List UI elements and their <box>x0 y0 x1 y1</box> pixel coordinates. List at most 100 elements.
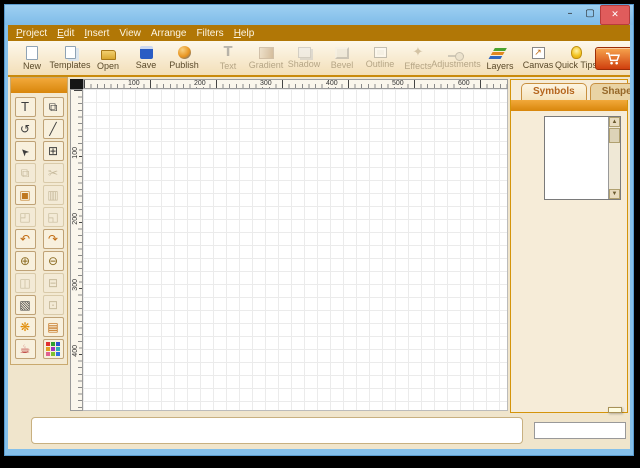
color-bowl-tool[interactable]: ☕ <box>15 339 36 359</box>
ruler-unit-label <box>70 79 83 89</box>
minimize-button[interactable]: – <box>560 5 580 21</box>
toolbar-label: Effects <box>404 61 431 71</box>
quick-tips-button[interactable]: Quick Tips <box>557 45 595 71</box>
toolbox-tools: T ⧉ ↺ ╱ ➤ ⊞ ⧉ ✂ ▣ ▥ ◰ ◱ ↶ ↷ ⊕ ⊖ ◫ ⊟ ▧ ⊡ ❋ ▤ ☕ <box>11 93 67 364</box>
copy-tool[interactable]: ⧉ <box>15 163 36 183</box>
scroll-up-icon[interactable]: ▲ <box>609 117 620 127</box>
logo-text-input[interactable] <box>534 422 626 439</box>
select-tool[interactable]: ➤ <box>15 141 36 161</box>
tab-shapes[interactable]: Shapes <box>590 83 630 100</box>
symbols-panel: SymbolsShapes ▲ ▼ <box>510 79 628 413</box>
rotate-tool-icon: ↺ <box>20 122 30 136</box>
save-icon <box>140 46 153 59</box>
bevel-button[interactable]: Bevel <box>323 46 361 71</box>
bevel-icon <box>335 47 349 59</box>
menu-item-edit[interactable]: Edit <box>57 28 74 39</box>
palette-strip <box>31 417 523 444</box>
desktop-background: { "window": { "title": "Quick Logo Desig… <box>0 0 640 468</box>
buy-now-button[interactable] <box>595 47 630 70</box>
menu-item-arrange[interactable]: Arrange <box>151 28 187 39</box>
menu-item-view[interactable]: View <box>119 28 141 39</box>
text-tool[interactable]: T <box>15 97 36 117</box>
panel-accent-band <box>511 100 627 111</box>
redo-tool-icon: ↷ <box>48 232 58 246</box>
canvas-icon <box>532 47 545 59</box>
publish-button[interactable]: Publish <box>165 45 203 71</box>
toolbar-label: Gradient <box>249 60 284 70</box>
h-ruler-label: 600 <box>457 80 471 87</box>
toolbar-label: Text <box>220 61 237 71</box>
open-button[interactable]: Open <box>89 45 127 72</box>
distribute-tool[interactable]: ⊟ <box>43 273 64 293</box>
scrollbar-thumb[interactable] <box>609 128 620 143</box>
new-button[interactable]: New <box>13 45 51 72</box>
horizontal-ruler: 100200300400500600 <box>83 79 508 89</box>
effects-icon <box>410 45 426 60</box>
vertical-ruler: 100200300400 <box>70 89 83 411</box>
save-button[interactable]: Save <box>127 45 165 71</box>
paste-tool[interactable]: ▣ <box>15 185 36 205</box>
texture-tool[interactable]: ▤ <box>43 317 64 337</box>
text-tool-icon: T <box>21 100 28 114</box>
gradient-icon <box>259 47 274 59</box>
menu-item-project[interactable]: Project <box>16 28 47 39</box>
open-icon <box>101 50 116 60</box>
toolbar-label: Outline <box>366 59 395 69</box>
line-tool-icon: ╱ <box>49 122 56 136</box>
outline-button[interactable]: Outline <box>361 46 399 70</box>
line-tool[interactable]: ╱ <box>43 119 64 139</box>
lock-tool[interactable]: ⊡ <box>43 295 64 315</box>
rotate-tool[interactable]: ↺ <box>15 119 36 139</box>
lock-tool-icon: ⊡ <box>48 298 58 312</box>
zoom-out-tool-icon: ⊖ <box>48 254 58 268</box>
h-ruler-label: 500 <box>391 80 405 87</box>
transform-tool[interactable]: ▧ <box>15 295 36 315</box>
menu-item-filters[interactable]: Filters <box>196 28 223 39</box>
templates-button[interactable]: Templates <box>51 45 89 71</box>
transform-tool-icon: ▧ <box>19 298 30 312</box>
palette-tool[interactable] <box>43 339 64 359</box>
send-backward-tool-icon: ◱ <box>47 210 58 224</box>
toolbar-label: Layers <box>486 61 513 71</box>
paste-tool-icon: ▣ <box>19 188 30 202</box>
toolbar-label: New <box>23 61 41 71</box>
v-ruler-label: 100 <box>72 146 79 160</box>
cut-tool[interactable]: ✂ <box>43 163 64 183</box>
bring-forward-tool-icon: ◰ <box>19 210 30 224</box>
color-scatter-tool[interactable]: ❋ <box>15 317 36 337</box>
delete-tool[interactable]: ▥ <box>43 185 64 205</box>
zoom-in-tool[interactable]: ⊕ <box>15 251 36 271</box>
quicktips-icon <box>571 46 582 59</box>
titlebar[interactable]: –▢✕ <box>5 5 633 25</box>
close-button[interactable]: ✕ <box>600 5 630 25</box>
scroll-down-icon[interactable]: ▼ <box>609 189 620 199</box>
app-window: –▢✕ Project Edit Insert View Arrange Filters H… <box>4 4 634 456</box>
v-ruler-label: 400 <box>72 344 79 358</box>
text-button[interactable]: Text <box>209 44 247 72</box>
adjustments-button[interactable]: Adjustments <box>437 47 475 70</box>
align-tool-icon: ◫ <box>19 276 30 290</box>
layers-button[interactable]: Layers <box>481 45 519 72</box>
canvas-button[interactable]: Canvas <box>519 46 557 71</box>
h-ruler-label: 100 <box>127 80 141 87</box>
gradient-button[interactable]: Gradient <box>247 46 285 71</box>
shadow-button[interactable]: Shadow <box>285 46 323 70</box>
redo-tool[interactable]: ↷ <box>43 229 64 249</box>
canvas-region: 100200300400500600 100200300400 <box>70 79 508 411</box>
toolbar-label: Templates <box>49 60 90 70</box>
color-palette-bar <box>8 413 630 449</box>
bring-forward-tool[interactable]: ◰ <box>15 207 36 227</box>
zoom-out-tool[interactable]: ⊖ <box>43 251 64 271</box>
undo-tool[interactable]: ↶ <box>15 229 36 249</box>
align-tool[interactable]: ◫ <box>15 273 36 293</box>
menu-item-help[interactable]: Help <box>234 28 255 39</box>
maximize-button[interactable]: ▢ <box>580 5 600 21</box>
design-canvas[interactable] <box>83 89 508 411</box>
tab-symbols[interactable]: Symbols <box>521 83 587 100</box>
menu-item-insert[interactable]: Insert <box>84 28 109 39</box>
properties-tool[interactable]: ⊞ <box>43 141 64 161</box>
insert-symbol-tool-icon: ⧉ <box>49 100 58 115</box>
app-content: ProjectEditInsertViewArrangeFiltersHelp … <box>8 25 630 449</box>
insert-symbol-tool[interactable]: ⧉ <box>43 97 64 117</box>
send-backward-tool[interactable]: ◱ <box>43 207 64 227</box>
